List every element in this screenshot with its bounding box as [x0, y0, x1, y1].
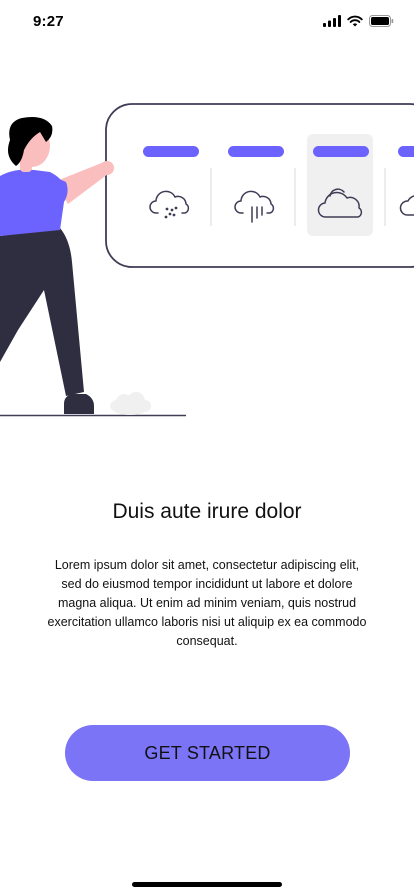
status-time: 9:27: [33, 13, 64, 30]
wifi-icon: [347, 15, 363, 27]
person-figure: [0, 117, 114, 414]
bush: [110, 392, 151, 415]
onboarding-title: Duis aute irure dolor: [112, 500, 302, 523]
status-bar: 9:27: [0, 0, 414, 44]
weather-card: [105, 103, 414, 268]
pill-4: [398, 146, 414, 157]
home-indicator: [132, 882, 282, 887]
battery-icon: [369, 15, 394, 27]
pill-3: [313, 146, 369, 157]
signal-icon: [323, 15, 341, 27]
get-started-button[interactable]: GET STARTED: [65, 725, 350, 781]
status-icons: [323, 15, 394, 27]
pill-2: [228, 146, 284, 157]
onboarding-illustration: [0, 103, 414, 417]
pill-1: [143, 146, 199, 157]
onboarding-description: Lorem ipsum dolor sit amet, consectetur …: [47, 558, 367, 648]
